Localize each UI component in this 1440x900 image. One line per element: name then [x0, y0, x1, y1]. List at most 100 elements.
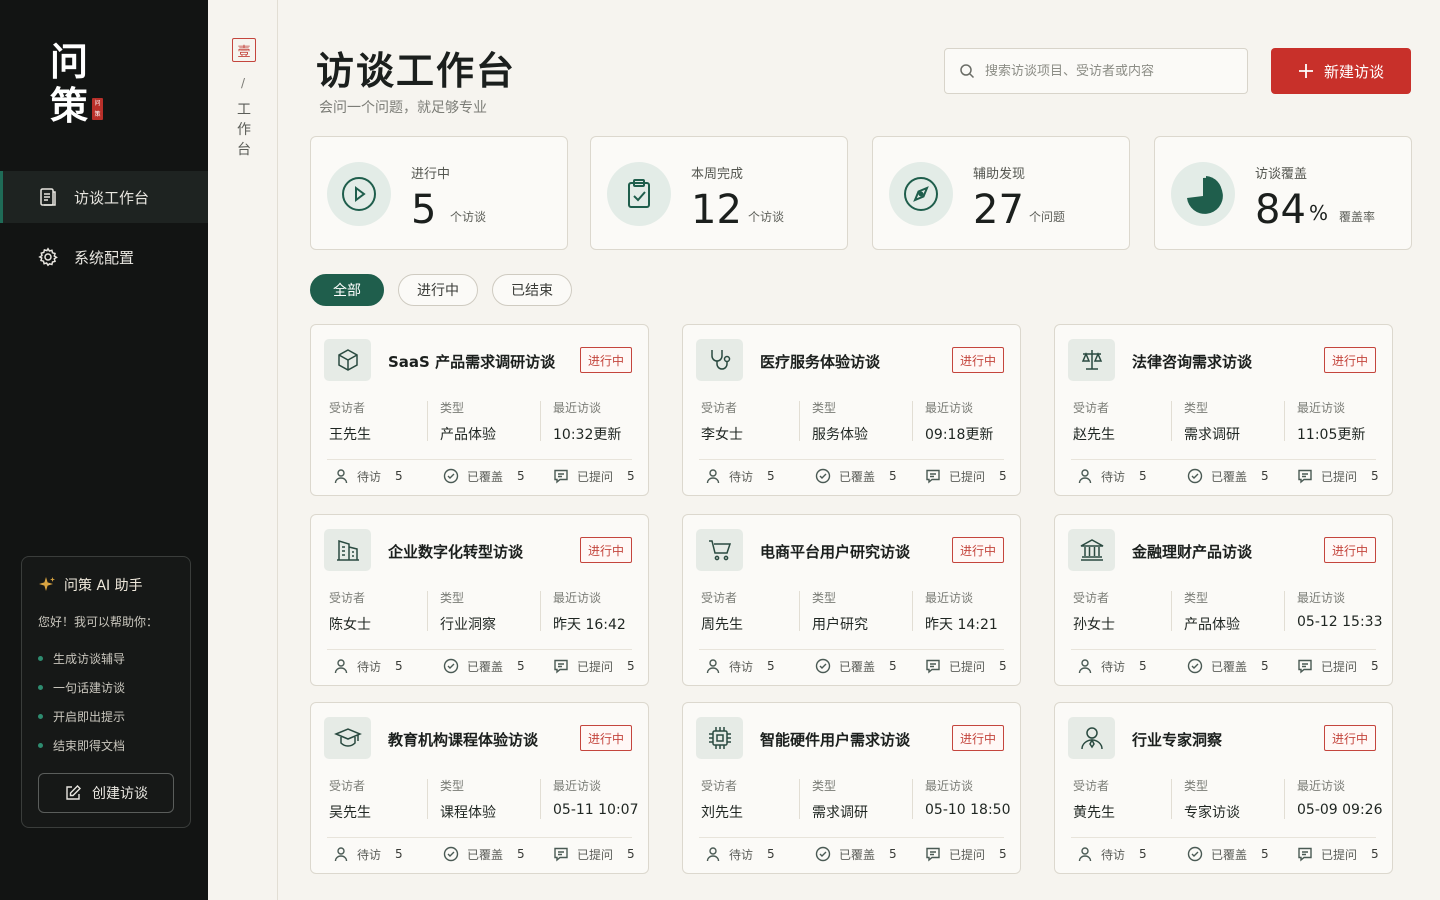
interviewee-label: 受访者 — [1073, 779, 1110, 793]
brand-char-1: 问 — [50, 39, 89, 84]
sidebar-item-settings[interactable]: 系统配置 — [0, 231, 208, 283]
divider — [799, 401, 800, 441]
pending-stat: 待访 5 — [1077, 467, 1147, 485]
type-block: 类型 产品体验 — [440, 399, 496, 445]
type-label: 类型 — [1184, 779, 1209, 793]
divider — [799, 779, 800, 819]
create-interview-label: 创建访谈 — [92, 785, 148, 801]
recent-block: 最近访谈 05-11 10:07 — [553, 777, 638, 823]
recent-block: 最近访谈 09:18更新 — [925, 399, 993, 445]
interview-card[interactable]: 金融理财产品访谈 进行中 受访者 孙女士 类型 产品体验 最近访谈 05-12 … — [1054, 514, 1393, 686]
interviewee-label: 受访者 — [701, 401, 738, 415]
pending-stat: 待访 5 — [705, 657, 775, 675]
page-title: 访谈工作台 — [316, 48, 517, 93]
building-icon — [324, 529, 371, 571]
pending-label: 待访 — [1101, 469, 1126, 484]
comment-icon — [1298, 469, 1312, 484]
divider — [912, 779, 913, 819]
interview-title: 智能硬件用户需求访谈 — [760, 731, 911, 749]
covered-label: 已覆盖 — [467, 847, 504, 862]
interviewee-value: 李女士 — [701, 427, 743, 443]
sidebar-item-workbench[interactable]: 访谈工作台 — [0, 171, 208, 223]
covered-count: 5 — [517, 847, 525, 861]
divider — [427, 401, 428, 441]
search-icon — [960, 64, 975, 79]
pending-stat: 待访 5 — [1077, 657, 1147, 675]
search-input[interactable] — [985, 63, 1225, 79]
ai-feature-item: 生成访谈辅导 — [38, 644, 174, 673]
type-label: 类型 — [812, 401, 837, 415]
type-block: 类型 用户研究 — [812, 589, 868, 635]
status-filter-tabs: 全部 进行中 已结束 — [310, 274, 572, 306]
covered-label: 已覆盖 — [839, 659, 876, 674]
check-circle-icon — [1187, 468, 1203, 484]
interview-card[interactable]: 法律咨询需求访谈 进行中 受访者 赵先生 类型 需求调研 最近访谈 11:05更… — [1054, 324, 1393, 496]
interview-card[interactable]: 企业数字化转型访谈 进行中 受访者 陈女士 类型 行业洞察 最近访谈 昨天 16… — [310, 514, 649, 686]
recent-label: 最近访谈 — [553, 779, 602, 793]
filter-finished[interactable]: 已结束 — [492, 274, 572, 306]
divider — [699, 459, 1004, 460]
type-value: 行业洞察 — [440, 617, 496, 633]
pending-stat: 待访 5 — [333, 845, 403, 863]
divider — [427, 779, 428, 819]
new-interview-label: 新建访谈 — [1323, 63, 1384, 81]
ai-feature-item: 开启即出提示 — [38, 702, 174, 731]
asked-label: 已提问 — [949, 847, 986, 862]
check-circle-icon — [815, 846, 831, 862]
recent-label: 最近访谈 — [553, 401, 602, 415]
pending-label: 待访 — [1101, 659, 1126, 674]
pending-label: 待访 — [729, 659, 754, 674]
recent-label: 最近访谈 — [925, 591, 974, 605]
type-value: 产品体验 — [440, 427, 496, 443]
breadcrumb-current: 工作台 — [237, 102, 251, 158]
search-box[interactable] — [944, 48, 1248, 94]
asked-label: 已提问 — [1321, 469, 1358, 484]
interview-card[interactable]: 教育机构课程体验访谈 进行中 受访者 吴先生 类型 课程体验 最近访谈 05-1… — [310, 702, 649, 874]
stat-value: 5 — [411, 187, 437, 233]
interviewee-label: 受访者 — [329, 401, 366, 415]
stat-percent-sign: % — [1309, 201, 1329, 225]
recent-label: 最近访谈 — [1297, 779, 1346, 793]
bank-icon — [1068, 529, 1115, 571]
covered-stat: 已覆盖 5 — [815, 845, 897, 863]
covered-stat: 已覆盖 5 — [1187, 845, 1269, 863]
sparkle-icon — [39, 577, 55, 591]
covered-count: 5 — [517, 469, 525, 483]
filter-in-progress[interactable]: 进行中 — [398, 274, 478, 306]
ai-assistant-panel: 问策 AI 助手 您好！我可以帮助你： 生成访谈辅导 一句话建访谈 开启即出提示… — [21, 556, 191, 828]
stat-label: 进行中 — [411, 167, 451, 182]
compass-icon — [889, 162, 953, 226]
breadcrumb-separator: / — [241, 76, 246, 90]
check-circle-icon — [443, 468, 459, 484]
interviewee-value: 王先生 — [329, 427, 371, 443]
interview-card[interactable]: 行业专家洞察 进行中 受访者 黄先生 类型 专家访谈 最近访谈 05-09 09… — [1054, 702, 1393, 874]
interviewee-block: 受访者 周先生 — [701, 589, 743, 635]
recent-label: 最近访谈 — [553, 591, 602, 605]
asked-label: 已提问 — [949, 469, 986, 484]
interview-card[interactable]: 智能硬件用户需求访谈 进行中 受访者 刘先生 类型 需求调研 最近访谈 05-1… — [682, 702, 1021, 874]
covered-label: 已覆盖 — [839, 469, 876, 484]
covered-label: 已覆盖 — [1211, 847, 1248, 862]
filter-all[interactable]: 全部 — [310, 274, 384, 306]
stat-card-findings: 辅助发现 27 个问题 — [872, 136, 1130, 250]
interview-card[interactable]: SaaS 产品需求调研访谈 进行中 受访者 王先生 类型 产品体验 最近访谈 1… — [310, 324, 649, 496]
workbench-icon — [40, 188, 56, 206]
sidebar-item-label: 系统配置 — [74, 248, 135, 267]
interviewee-label: 受访者 — [701, 591, 738, 605]
asked-count: 5 — [1371, 659, 1379, 673]
new-interview-button[interactable]: 新建访谈 — [1271, 48, 1411, 94]
create-interview-button[interactable]: 创建访谈 — [38, 773, 174, 813]
sidebar-item-label: 访谈工作台 — [74, 188, 150, 207]
covered-label: 已覆盖 — [1211, 469, 1248, 484]
pie-chart-icon — [1171, 162, 1235, 226]
asked-label: 已提问 — [1321, 659, 1358, 674]
stat-card-coverage: 访谈覆盖 84 % 覆盖率 — [1154, 136, 1412, 250]
graduation-cap-icon — [324, 717, 371, 759]
user-icon — [334, 469, 348, 484]
pending-stat: 待访 5 — [705, 467, 775, 485]
interview-card[interactable]: 医疗服务体验访谈 进行中 受访者 李女士 类型 服务体验 最近访谈 09:18更… — [682, 324, 1021, 496]
interview-card[interactable]: 电商平台用户研究访谈 进行中 受访者 周先生 类型 用户研究 最近访谈 昨天 1… — [682, 514, 1021, 686]
recent-value: 昨天 16:42 — [553, 617, 626, 633]
pending-label: 待访 — [729, 847, 754, 862]
covered-stat: 已覆盖 5 — [815, 467, 897, 485]
